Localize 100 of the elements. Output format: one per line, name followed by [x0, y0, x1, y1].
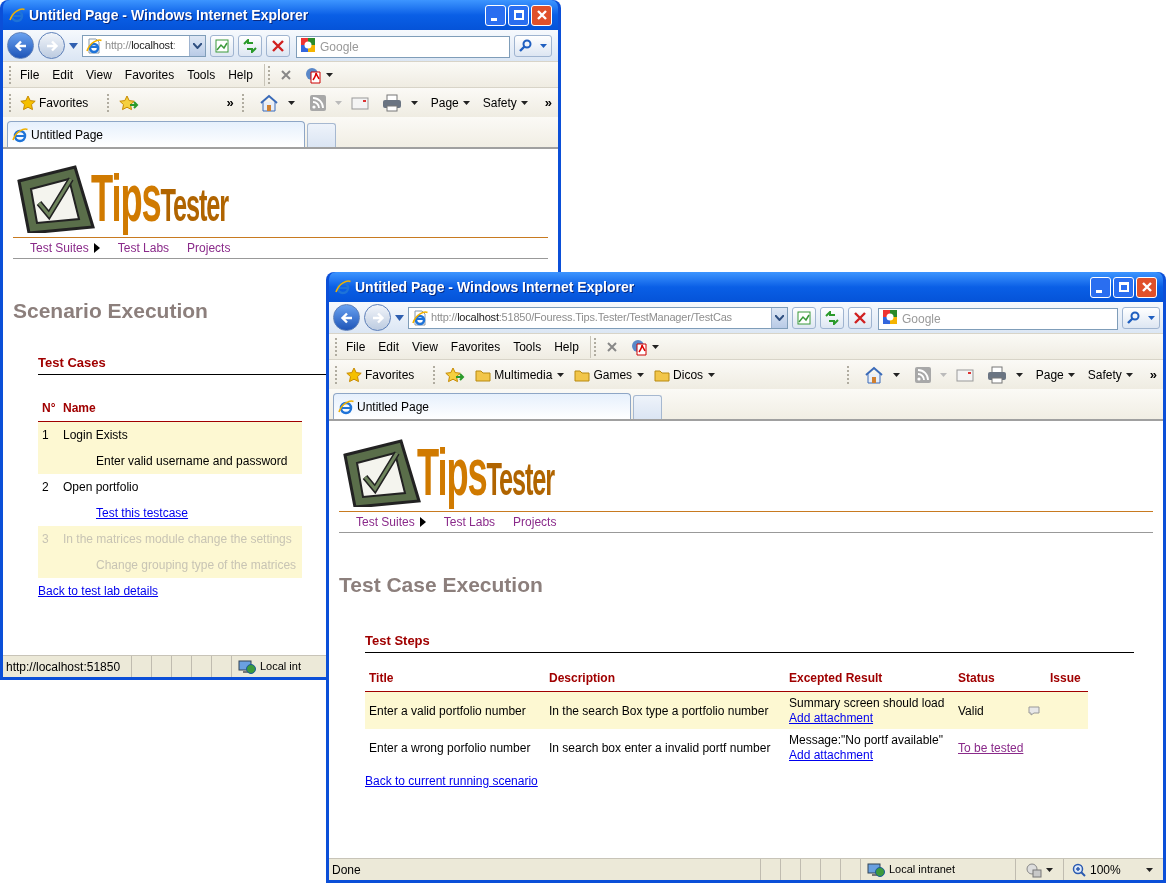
- minimize-button[interactable]: [485, 4, 506, 26]
- pdf-button[interactable]: [629, 337, 659, 356]
- maximize-button[interactable]: [508, 4, 529, 26]
- printer-icon[interactable]: [986, 365, 1007, 384]
- command-menu[interactable]: Safety: [1087, 365, 1133, 384]
- caret-icon[interactable]: [1015, 372, 1023, 377]
- ie-icon: [335, 279, 351, 295]
- home-icon[interactable]: [863, 365, 884, 384]
- stop-button[interactable]: [848, 306, 872, 329]
- caret-icon: [462, 100, 470, 105]
- search-icon: [1127, 311, 1140, 324]
- favorites-link[interactable]: Dicos: [654, 365, 716, 384]
- caret-icon: [1046, 867, 1053, 872]
- dropdown-button[interactable]: [189, 35, 205, 56]
- link[interactable]: Back to test lab details: [38, 584, 159, 598]
- command-menu[interactable]: Page: [430, 93, 470, 112]
- menu-item[interactable]: Help: [223, 63, 258, 86]
- stop-button[interactable]: [266, 34, 290, 57]
- link[interactable]: To be tested: [958, 740, 1024, 755]
- star-icon: [20, 94, 36, 111]
- zoom-button[interactable]: 100%: [1063, 859, 1163, 880]
- command-menu[interactable]: Page: [1035, 365, 1075, 384]
- home-icon[interactable]: [258, 93, 279, 112]
- mail-icon[interactable]: [955, 367, 974, 382]
- mail-icon[interactable]: [350, 95, 369, 110]
- caret-icon: [708, 372, 716, 377]
- menu-item[interactable]: Favorites: [119, 63, 180, 86]
- nav-link[interactable]: Projects: [187, 239, 231, 257]
- link[interactable]: Back to current running scenario: [365, 774, 538, 788]
- link[interactable]: Add attachment: [789, 710, 874, 725]
- browser-tab[interactable]: Untitled Page: [7, 121, 305, 147]
- feed-icon[interactable]: [914, 366, 931, 383]
- feed-icon[interactable]: [309, 94, 326, 111]
- google-icon: [300, 36, 316, 53]
- close-icon[interactable]: [279, 68, 292, 81]
- menu-item[interactable]: Tools: [182, 63, 221, 86]
- table-cell-text: Enter valid username and password: [96, 453, 288, 470]
- favorites-button[interactable]: Favorites: [17, 93, 92, 112]
- overflow-chevron[interactable]: »: [226, 95, 234, 109]
- section-title: Test Steps: [365, 630, 1134, 653]
- link[interactable]: Test this testcase: [96, 504, 189, 522]
- search-field[interactable]: Google: [296, 35, 510, 58]
- page-icon: [86, 37, 102, 54]
- minimize-icon: [1095, 289, 1102, 293]
- close-icon[interactable]: [605, 340, 618, 353]
- refresh-icon: [825, 310, 839, 325]
- link[interactable]: Add attachment: [789, 747, 874, 762]
- table-cell: Valid: [958, 703, 984, 718]
- pdf-button[interactable]: [303, 65, 333, 84]
- nav-link[interactable]: Test Labs: [117, 239, 170, 257]
- submenu-arrow-icon: [419, 517, 426, 527]
- folder-icon: [654, 367, 671, 382]
- nav-link[interactable]: Test Suites: [356, 513, 426, 531]
- back-button[interactable]: [333, 304, 360, 331]
- overflow-chevron[interactable]: »: [544, 95, 552, 109]
- table-cell: Enter a valid portfolio number: [369, 703, 526, 718]
- favorites-link[interactable]: Games: [574, 365, 645, 384]
- maximize-icon: [513, 10, 524, 20]
- column-header: Title: [368, 670, 395, 687]
- menu-item[interactable]: View: [81, 63, 117, 86]
- table-cell: Message:"No portf available": [789, 732, 943, 747]
- search-field[interactable]: Google: [878, 307, 1118, 330]
- close-button[interactable]: [1136, 276, 1157, 298]
- maximize-button[interactable]: [1113, 276, 1134, 298]
- caret-icon: [651, 344, 659, 349]
- caret-icon[interactable]: [287, 100, 295, 105]
- close-button[interactable]: [531, 4, 552, 26]
- window-title: Untitled Page - Windows Internet Explorer: [355, 277, 635, 297]
- column-header: Description: [548, 670, 616, 687]
- refresh-button[interactable]: [820, 306, 844, 329]
- nav-link[interactable]: Projects: [513, 513, 557, 531]
- caret-icon[interactable]: [892, 372, 900, 377]
- browser-tab[interactable]: Untitled Page: [333, 393, 631, 419]
- overflow-chevron[interactable]: »: [1149, 367, 1157, 381]
- dropdown-button[interactable]: [771, 307, 787, 328]
- search-button[interactable]: [1122, 306, 1160, 329]
- menu-item[interactable]: Edit: [47, 63, 79, 86]
- address-field[interactable]: http://localhost:51850/Fouress.Tips.Tester/TestManager/TestCas: [408, 306, 788, 329]
- column-header: Name: [63, 400, 96, 417]
- compatibility-button[interactable]: [210, 34, 234, 57]
- status-text: http://localhost:51850: [5, 658, 122, 676]
- right-arrow-icon: [370, 310, 385, 325]
- compatibility-button[interactable]: [792, 306, 816, 329]
- forward-button[interactable]: [364, 304, 391, 331]
- back-button[interactable]: [7, 32, 34, 59]
- caret-icon: [557, 372, 565, 377]
- search-button[interactable]: [514, 34, 552, 57]
- printer-icon[interactable]: [381, 93, 402, 112]
- nav-link[interactable]: Test Labs: [443, 513, 496, 531]
- add-favorites-icon[interactable]: [119, 94, 140, 111]
- nav-link[interactable]: Test Suites: [30, 239, 100, 257]
- caret-icon[interactable]: [410, 100, 418, 105]
- add-favorites-icon[interactable]: [445, 366, 466, 383]
- menu-item[interactable]: File: [15, 63, 45, 86]
- refresh-button[interactable]: [238, 34, 262, 57]
- ie-icon: [12, 126, 28, 143]
- forward-button[interactable]: [38, 32, 65, 59]
- minimize-button[interactable]: [1090, 276, 1111, 298]
- command-menu[interactable]: Safety: [482, 93, 528, 112]
- address-field[interactable]: http://localhost:: [82, 34, 206, 57]
